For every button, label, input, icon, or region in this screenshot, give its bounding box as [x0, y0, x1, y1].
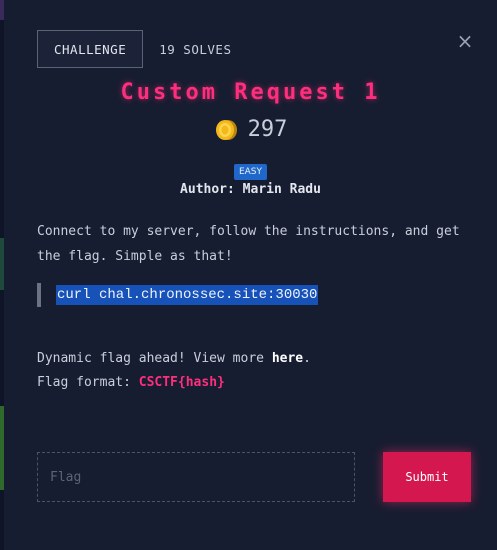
command-block: curl chal.chronossec.site:30030	[37, 283, 319, 307]
challenge-modal: CHALLENGE 19 SOLVES × Custom Request 1 2…	[4, 0, 497, 550]
modal-tabs: CHALLENGE 19 SOLVES	[37, 30, 247, 68]
here-link[interactable]: here	[272, 351, 303, 366]
dynamic-flag-line: Dynamic flag ahead! View more here.	[37, 347, 311, 371]
challenge-title: Custom Request 1	[120, 80, 381, 105]
tab-challenge[interactable]: CHALLENGE	[37, 30, 144, 68]
flag-format-label: Flag format:	[37, 375, 139, 390]
flag-input[interactable]	[37, 452, 355, 502]
blockquote-bar	[37, 283, 41, 307]
flag-format-value: CSCTF{hash}	[138, 375, 225, 390]
tab-solves[interactable]: 19 SOLVES	[143, 30, 247, 68]
challenge-description: Connect to my server, follow the instruc…	[37, 224, 460, 264]
challenge-author: Author: Marin Radu	[180, 182, 321, 197]
points-value: 297	[247, 117, 288, 142]
submit-button[interactable]: Submit	[383, 452, 471, 502]
connection-command: curl chal.chronossec.site:30030	[56, 285, 319, 305]
dynamic-flag-suffix: .	[303, 351, 311, 366]
challenge-points: 297	[4, 117, 497, 142]
difficulty-badge: EASY	[233, 164, 268, 180]
close-icon[interactable]: ×	[455, 31, 475, 51]
flag-format-line: Flag format: CSCTF{hash}	[37, 371, 311, 395]
coin-icon	[215, 119, 237, 140]
difficulty-row: EASY	[4, 159, 497, 180]
dynamic-flag-text: Dynamic flag ahead! View more	[37, 351, 272, 366]
flag-info: Dynamic flag ahead! View more here. Flag…	[37, 347, 311, 395]
